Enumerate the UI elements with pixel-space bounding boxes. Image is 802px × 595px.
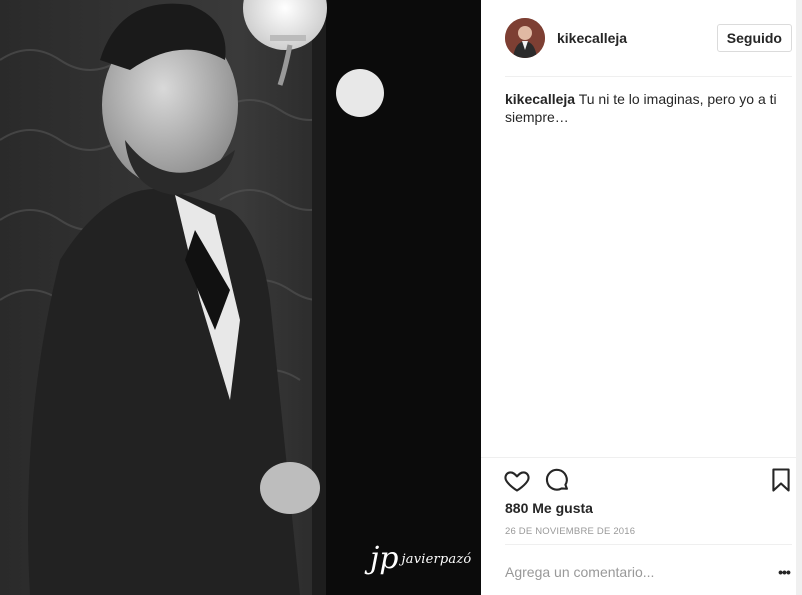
post-caption: kikecalleja Tu ni te lo imaginas, pero y… bbox=[505, 90, 787, 126]
photographer-watermark: jp javierpazó bbox=[370, 544, 471, 574]
post-date: 26 DE NOVIEMBRE DE 2016 bbox=[505, 526, 636, 537]
following-button[interactable]: Seguido bbox=[716, 24, 792, 52]
watermark-logo: jp bbox=[370, 541, 399, 576]
bookmark-icon[interactable] bbox=[767, 466, 795, 494]
caption-username-link[interactable]: kikecalleja bbox=[505, 91, 575, 107]
heart-icon[interactable] bbox=[503, 466, 531, 494]
comment-divider bbox=[505, 544, 792, 545]
action-bar bbox=[503, 466, 793, 494]
actions-divider bbox=[481, 457, 796, 458]
username-link[interactable]: kikecalleja bbox=[557, 30, 717, 46]
avatar[interactable] bbox=[505, 18, 545, 58]
watermark-text: javierpazó bbox=[401, 551, 472, 567]
avatar-image bbox=[505, 18, 545, 58]
post-photo[interactable]: jp javierpazó bbox=[0, 0, 481, 595]
comment-input[interactable] bbox=[505, 561, 745, 583]
post-header: kikecalleja Seguido bbox=[505, 16, 792, 60]
ellipsis-icon[interactable]: ••• bbox=[773, 562, 795, 582]
header-divider bbox=[505, 76, 792, 77]
comment-icon[interactable] bbox=[543, 466, 571, 494]
scrollbar[interactable] bbox=[796, 0, 802, 595]
like-count[interactable]: 880 Me gusta bbox=[505, 500, 593, 516]
photo-image bbox=[0, 0, 481, 595]
post-side-panel: kikecalleja Seguido kikecalleja Tu ni te… bbox=[481, 0, 802, 595]
